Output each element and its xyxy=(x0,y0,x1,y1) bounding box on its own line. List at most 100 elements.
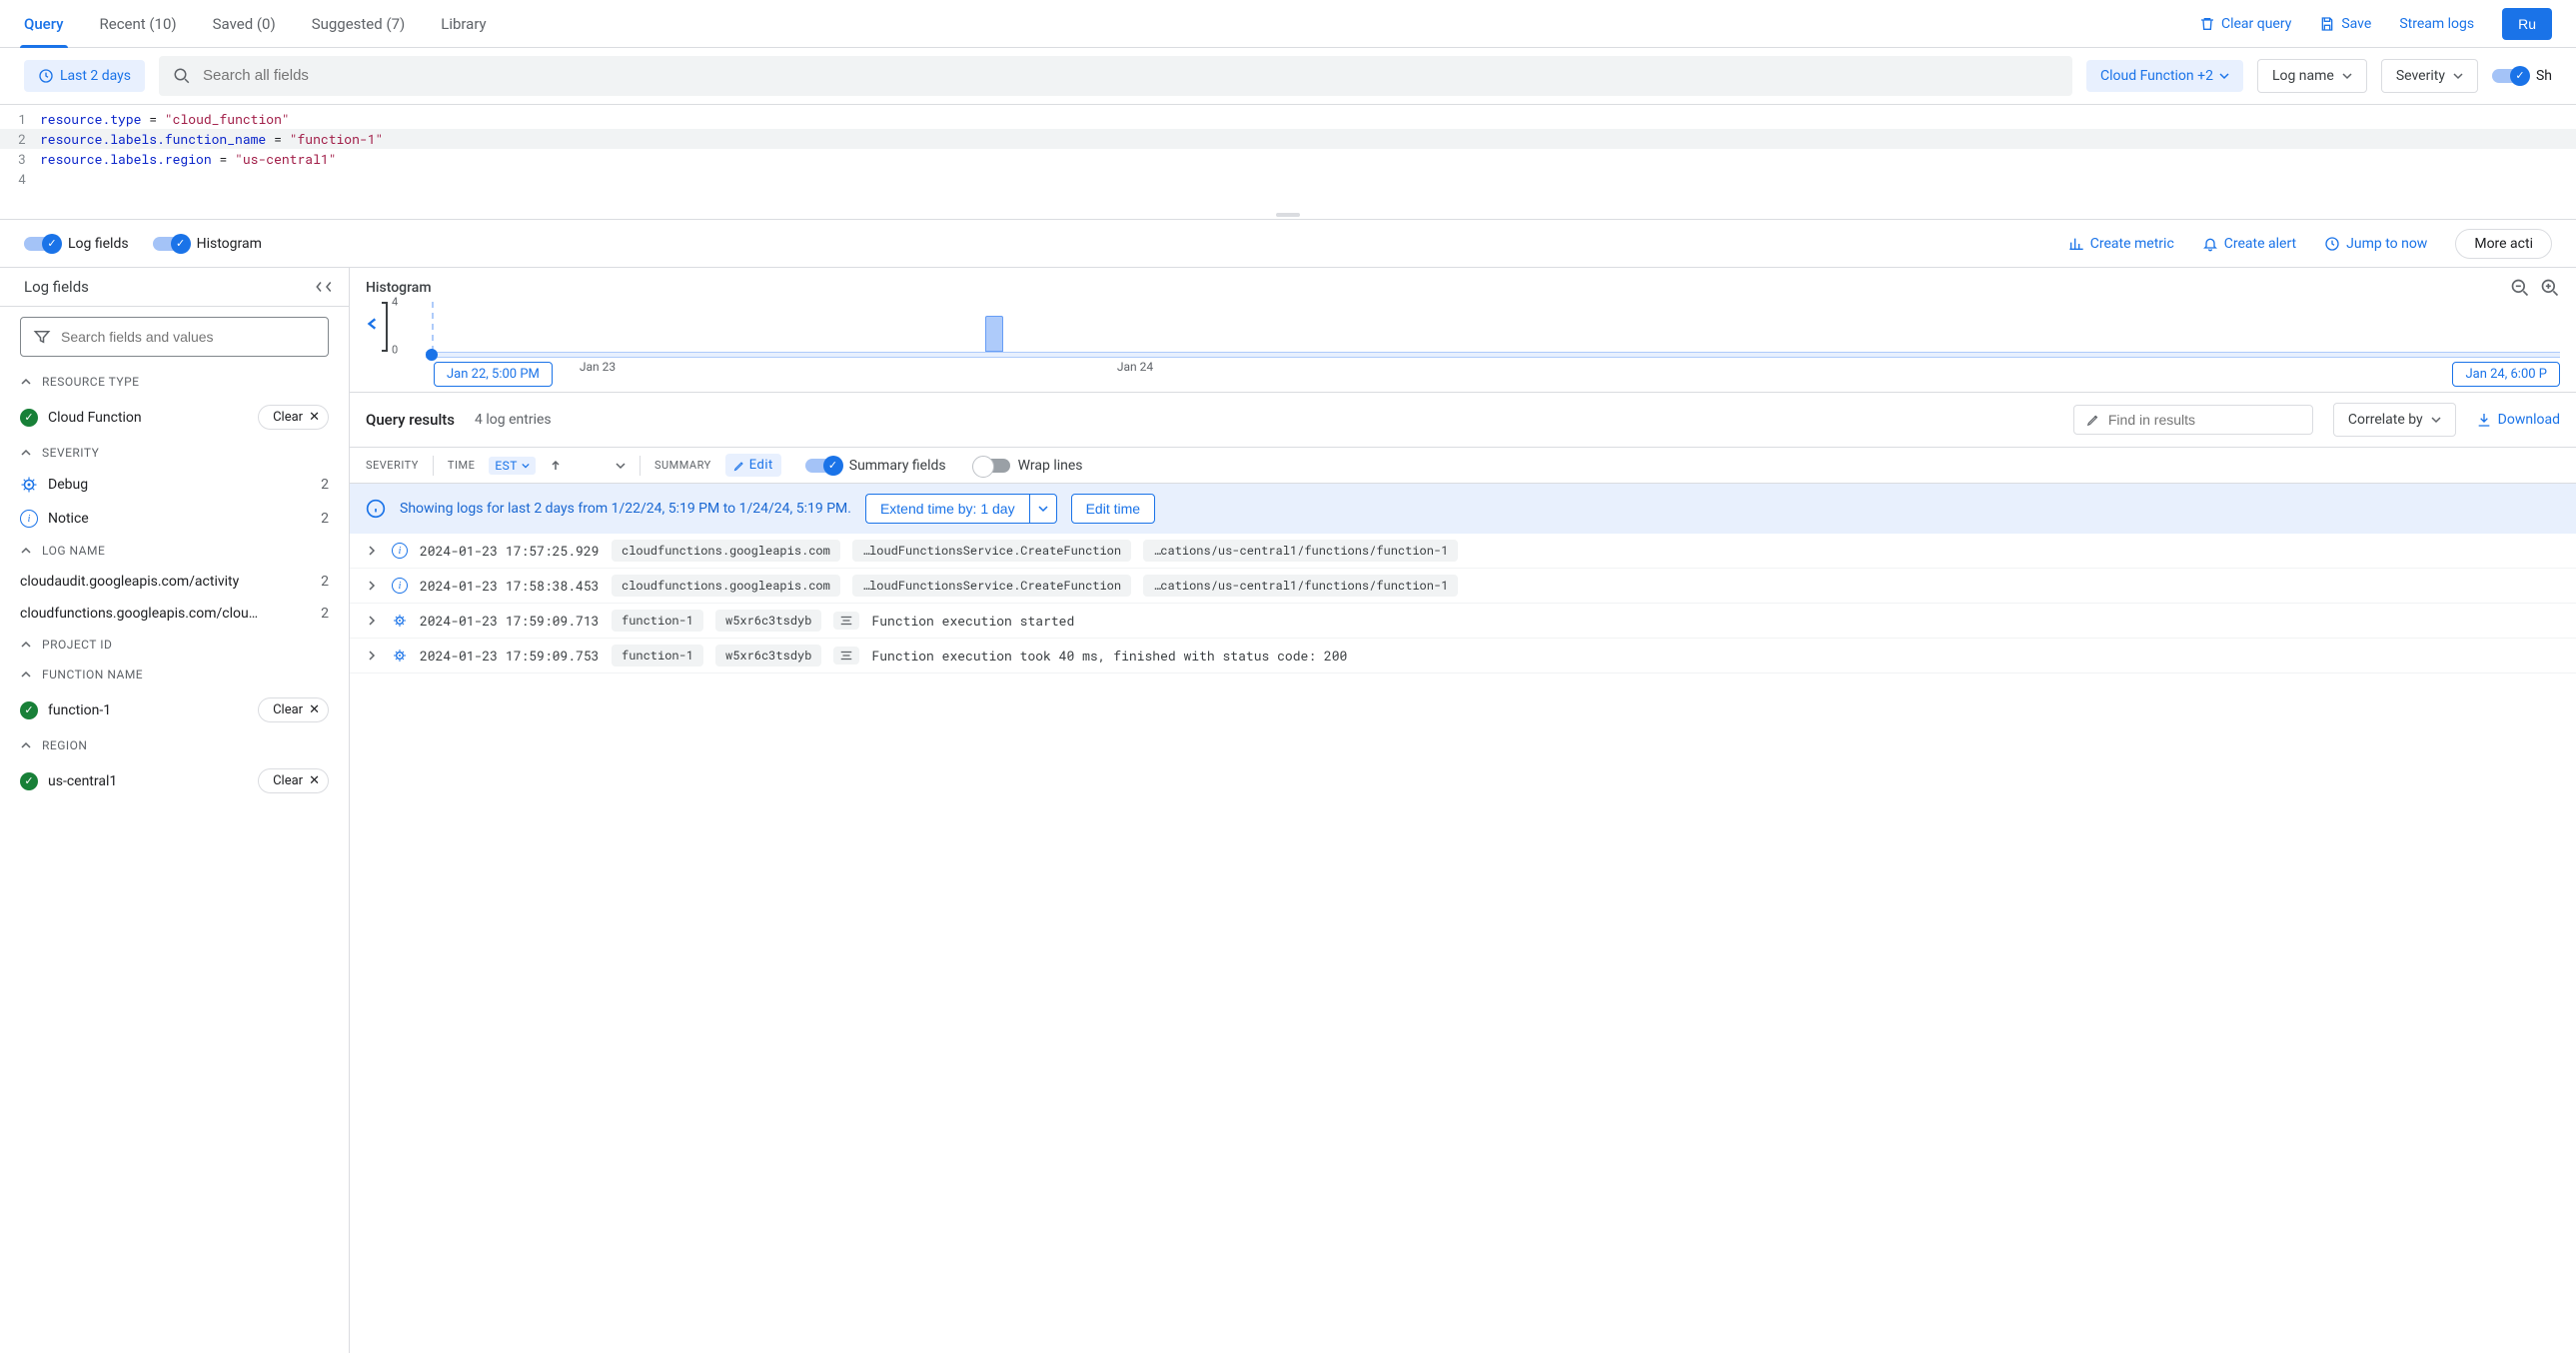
view-toggle-bar: Log fields Histogram Create metric Creat… xyxy=(0,220,2576,268)
log-entry-row[interactable]: 2024-01-23 17:59:09.713 function-1 w5xr6c… xyxy=(350,604,2576,639)
summary-fields-toggle[interactable]: Summary fields xyxy=(805,458,946,474)
log-timestamp: 2024-01-23 17:57:25.929 xyxy=(420,542,600,560)
log-chip[interactable]: cloudfunctions.googleapis.com xyxy=(612,540,840,562)
tab-library[interactable]: Library xyxy=(441,0,486,48)
edit-time-button[interactable]: Edit time xyxy=(1071,494,1155,524)
log-name-dropdown[interactable]: Log name xyxy=(2257,59,2367,93)
field-cloudfunctions-log[interactable]: cloudfunctions.googleapis.com/cloud-func… xyxy=(0,598,349,630)
histogram-start-date[interactable]: Jan 22, 5:00 PM xyxy=(434,362,553,387)
histogram-chart[interactable]: 4 0 Jan 22, 5:00 PM Jan 23 Jan 24 Jan 24… xyxy=(366,302,2560,392)
caret-down-icon xyxy=(2342,71,2352,81)
more-actions-button[interactable]: More acti xyxy=(2455,229,2552,259)
tab-query[interactable]: Query xyxy=(24,0,64,48)
log-chip[interactable]: …cations/us-central1/functions/function-… xyxy=(1143,575,1458,597)
histogram-end-date[interactable]: Jan 24, 6:00 P xyxy=(2452,362,2560,387)
wrap-lines-toggle[interactable]: Wrap lines xyxy=(974,458,1083,474)
log-entry-row[interactable]: 2024-01-23 17:59:09.753function-1 w5xr6c… xyxy=(350,639,2576,674)
caret-down-icon[interactable] xyxy=(616,461,626,471)
check-icon: ✓ xyxy=(20,772,38,790)
histogram-toggle[interactable]: Histogram xyxy=(153,236,262,252)
search-fields-box[interactable] xyxy=(20,317,329,357)
run-query-button[interactable]: Ru xyxy=(2502,8,2552,40)
find-in-results[interactable] xyxy=(2073,405,2313,435)
severity-dropdown[interactable]: Severity xyxy=(2381,59,2478,93)
log-chip[interactable]: …loudFunctionsService.CreateFunction xyxy=(852,540,1131,562)
caret-down-icon xyxy=(2431,415,2441,425)
clear-region[interactable]: Clear✕ xyxy=(258,768,329,793)
log-entry-row[interactable]: i2024-01-23 17:57:25.929cloudfunctions.g… xyxy=(350,534,2576,569)
resource-filter-dropdown[interactable]: Cloud Function +2 xyxy=(2086,60,2243,92)
zoom-out-icon[interactable] xyxy=(2510,278,2530,298)
create-metric-button[interactable]: Create metric xyxy=(2068,236,2174,252)
expand-icon[interactable] xyxy=(366,615,380,627)
align-icon[interactable] xyxy=(833,647,859,665)
expand-icon[interactable] xyxy=(366,580,380,592)
log-entry-row[interactable]: i2024-01-23 17:58:38.453cloudfunctions.g… xyxy=(350,569,2576,604)
extend-time-button[interactable]: Extend time by: 1 day xyxy=(865,494,1029,524)
log-chip[interactable]: w5xr6c3tsdyb xyxy=(715,610,821,632)
align-icon[interactable] xyxy=(833,612,859,630)
time-range-picker[interactable]: Last 2 days xyxy=(24,60,145,92)
section-function-name[interactable]: FUNCTION NAME xyxy=(0,660,349,689)
editor-line[interactable]: 1resource.type = "cloud_function" xyxy=(0,109,2576,129)
correlate-dropdown[interactable]: Correlate by xyxy=(2333,403,2456,437)
editor-line[interactable]: 3resource.labels.region = "us-central1" xyxy=(0,149,2576,169)
field-notice[interactable]: i Notice 2 xyxy=(0,502,349,536)
section-log-name[interactable]: LOG NAME xyxy=(0,536,349,566)
jump-to-now-button[interactable]: Jump to now xyxy=(2324,236,2427,252)
log-timestamp: 2024-01-23 17:59:09.713 xyxy=(420,612,600,630)
field-debug[interactable]: Debug 2 xyxy=(0,468,349,502)
log-message: Function execution started xyxy=(871,612,1074,630)
field-cloud-function[interactable]: ✓ Cloud Function Clear✕ xyxy=(0,397,349,438)
show-query-toggle[interactable]: Sh xyxy=(2492,68,2552,84)
log-chip[interactable]: cloudfunctions.googleapis.com xyxy=(612,575,840,597)
log-chip[interactable]: function-1 xyxy=(612,645,703,667)
clear-query-button[interactable]: Clear query xyxy=(2199,16,2291,32)
sort-asc-icon[interactable] xyxy=(550,460,562,472)
results-column-header: SEVERITY TIME EST SUMMARY Edit Summary f… xyxy=(350,447,2576,484)
caret-down-icon xyxy=(2219,71,2229,81)
expand-icon[interactable] xyxy=(366,545,380,557)
search-input[interactable] xyxy=(203,67,2058,84)
clear-resource-type[interactable]: Clear✕ xyxy=(258,405,329,430)
extend-time-dropdown[interactable] xyxy=(1029,494,1057,524)
tab-suggested[interactable]: Suggested (7) xyxy=(312,0,406,48)
field-cloudaudit[interactable]: cloudaudit.googleapis.com/activity 2 xyxy=(0,566,349,598)
metric-icon xyxy=(2068,236,2084,252)
log-fields-toggle[interactable]: Log fields xyxy=(24,236,129,252)
collapse-sidebar-button[interactable] xyxy=(315,279,333,295)
search-all-fields[interactable] xyxy=(159,56,2072,96)
bell-icon xyxy=(2202,236,2218,252)
info-icon: i xyxy=(20,510,38,528)
find-input[interactable] xyxy=(2108,412,2300,428)
field-function-1[interactable]: ✓ function-1 Clear✕ xyxy=(0,689,349,730)
expand-icon[interactable] xyxy=(366,650,380,662)
resize-handle[interactable] xyxy=(1276,213,1300,217)
query-editor[interactable]: 1resource.type = "cloud_function"2resour… xyxy=(0,104,2576,220)
zoom-in-icon[interactable] xyxy=(2540,278,2560,298)
clear-function-name[interactable]: Clear✕ xyxy=(258,697,329,722)
download-button[interactable]: Download xyxy=(2476,412,2560,428)
section-resource-type[interactable]: RESOURCE TYPE xyxy=(0,367,349,397)
section-region[interactable]: REGION xyxy=(0,730,349,760)
save-button[interactable]: Save xyxy=(2319,16,2371,32)
stream-logs-button[interactable]: Stream logs xyxy=(2399,16,2474,32)
log-fields-sidebar: Log fields RESOURCE TYPE ✓ Cloud Functio… xyxy=(0,268,350,1353)
tab-saved[interactable]: Saved (0) xyxy=(213,0,276,48)
log-chip[interactable]: function-1 xyxy=(612,610,703,632)
histogram-prev[interactable] xyxy=(366,317,380,331)
timezone-selector[interactable]: EST xyxy=(489,457,536,475)
editor-line[interactable]: 4 xyxy=(0,169,2576,189)
section-severity[interactable]: SEVERITY xyxy=(0,438,349,468)
create-alert-button[interactable]: Create alert xyxy=(2202,236,2296,252)
search-fields-input[interactable] xyxy=(61,329,316,345)
log-entries-list: i2024-01-23 17:57:25.929cloudfunctions.g… xyxy=(350,534,2576,674)
editor-line[interactable]: 2resource.labels.function_name = "functi… xyxy=(0,129,2576,149)
log-chip[interactable]: …cations/us-central1/functions/function-… xyxy=(1143,540,1458,562)
section-project-id[interactable]: PROJECT ID xyxy=(0,630,349,660)
log-chip[interactable]: w5xr6c3tsdyb xyxy=(715,645,821,667)
edit-summary-button[interactable]: Edit xyxy=(725,454,781,477)
tab-recent[interactable]: Recent (10) xyxy=(100,0,177,48)
field-region-us-central1[interactable]: ✓ us-central1 Clear✕ xyxy=(0,760,349,801)
log-chip[interactable]: …loudFunctionsService.CreateFunction xyxy=(852,575,1131,597)
